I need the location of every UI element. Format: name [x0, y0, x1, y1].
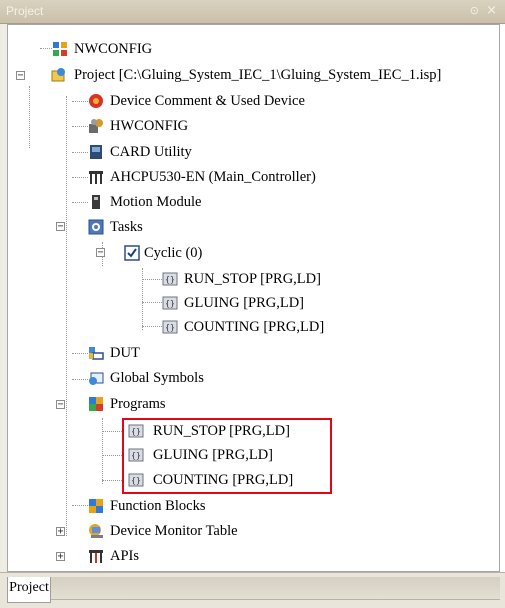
tree-item-label: CARD Utility: [110, 144, 192, 160]
expand-toggle[interactable]: +: [56, 527, 65, 537]
pin-icon[interactable]: ⊙: [470, 4, 479, 17]
tree-item-label: Tasks: [110, 219, 143, 235]
tree-line: [142, 326, 162, 327]
panel-left-edge: [0, 24, 7, 608]
collapse-toggle[interactable]: −: [56, 222, 65, 232]
global-symbols-icon: [88, 370, 104, 386]
hardware-config-icon: [88, 118, 104, 134]
tree-item-label: AHCPU530-EN (Main_Controller): [110, 169, 316, 185]
card-utility-icon: [88, 144, 104, 160]
close-icon[interactable]: ×: [486, 3, 497, 18]
tree-line: [72, 152, 88, 153]
tree-item-label: Device Monitor Table: [110, 523, 238, 539]
collapse-toggle[interactable]: −: [16, 71, 25, 81]
tree-item-label: DUT: [110, 345, 140, 361]
program-icon: {}: [162, 271, 178, 287]
tree-line: [72, 202, 88, 203]
tree-item-label: APIs: [110, 548, 140, 564]
tree-line: [72, 126, 88, 127]
network-config-icon: [52, 41, 68, 57]
apis-icon: [88, 548, 104, 564]
svg-text:{}: {}: [165, 299, 175, 308]
tree-item-label: Function Blocks: [110, 498, 206, 514]
tasks-icon: [88, 219, 104, 235]
tree-line: [72, 505, 88, 506]
tab-project[interactable]: Project: [7, 577, 51, 603]
tree-item-label: GLUING [PRG,LD]: [184, 295, 305, 311]
tree-line: [102, 455, 124, 456]
collapse-toggle[interactable]: −: [56, 400, 65, 410]
tree-line: [40, 48, 52, 49]
tree-line: [66, 96, 67, 536]
tree-item-label: HWCONFIG: [110, 118, 189, 134]
tree-line: [142, 268, 143, 330]
tree-item-label: Motion Module: [110, 194, 202, 210]
tree-item-label: Programs: [110, 396, 166, 412]
panel-title-bar: Project ⊙ ×: [0, 0, 505, 24]
motion-module-icon: [88, 194, 104, 210]
program-icon: {}: [162, 295, 178, 311]
tree-item-label: Global Symbols: [110, 370, 204, 386]
cpu-icon: [88, 169, 104, 185]
tree-line: [72, 353, 88, 354]
panel-title: Project: [6, 4, 44, 18]
tree-line: [102, 418, 103, 484]
expand-toggle[interactable]: +: [56, 552, 65, 562]
tree-line: [72, 379, 88, 380]
program-icon: {}: [162, 319, 178, 335]
tree-line: [142, 302, 162, 303]
tree-item-label: COUNTING [PRG,LD]: [184, 319, 325, 335]
tree-line: [102, 431, 124, 432]
panel-tab-bar: Project: [0, 572, 505, 608]
collapse-toggle[interactable]: −: [96, 248, 105, 258]
checkbox-icon: [124, 245, 140, 261]
tab-strip: [51, 577, 500, 600]
svg-text:{}: {}: [165, 323, 175, 332]
tree-item-label: Project [C:\Gluing_System_IEC_1\Gluing_S…: [74, 67, 442, 83]
tree-item-label: Cyclic (0): [144, 245, 203, 261]
device-monitor-icon: [88, 523, 104, 539]
dut-icon: [88, 345, 104, 361]
tree-line: [102, 480, 124, 481]
highlight-box: [122, 418, 332, 494]
tree-line: [29, 86, 30, 148]
svg-text:{}: {}: [165, 275, 175, 284]
project-icon: [50, 67, 66, 83]
function-blocks-icon: [88, 498, 104, 514]
device-comment-icon: [88, 93, 104, 109]
tree-item-label: Device Comment & Used Device: [110, 93, 305, 109]
tree-line: [72, 177, 88, 178]
tree-item-label: NWCONFIG: [74, 41, 153, 57]
tree-line: [72, 101, 88, 102]
tree-line: [142, 279, 162, 280]
tree-item-label: RUN_STOP [PRG,LD]: [184, 271, 321, 287]
programs-icon: [88, 396, 104, 412]
